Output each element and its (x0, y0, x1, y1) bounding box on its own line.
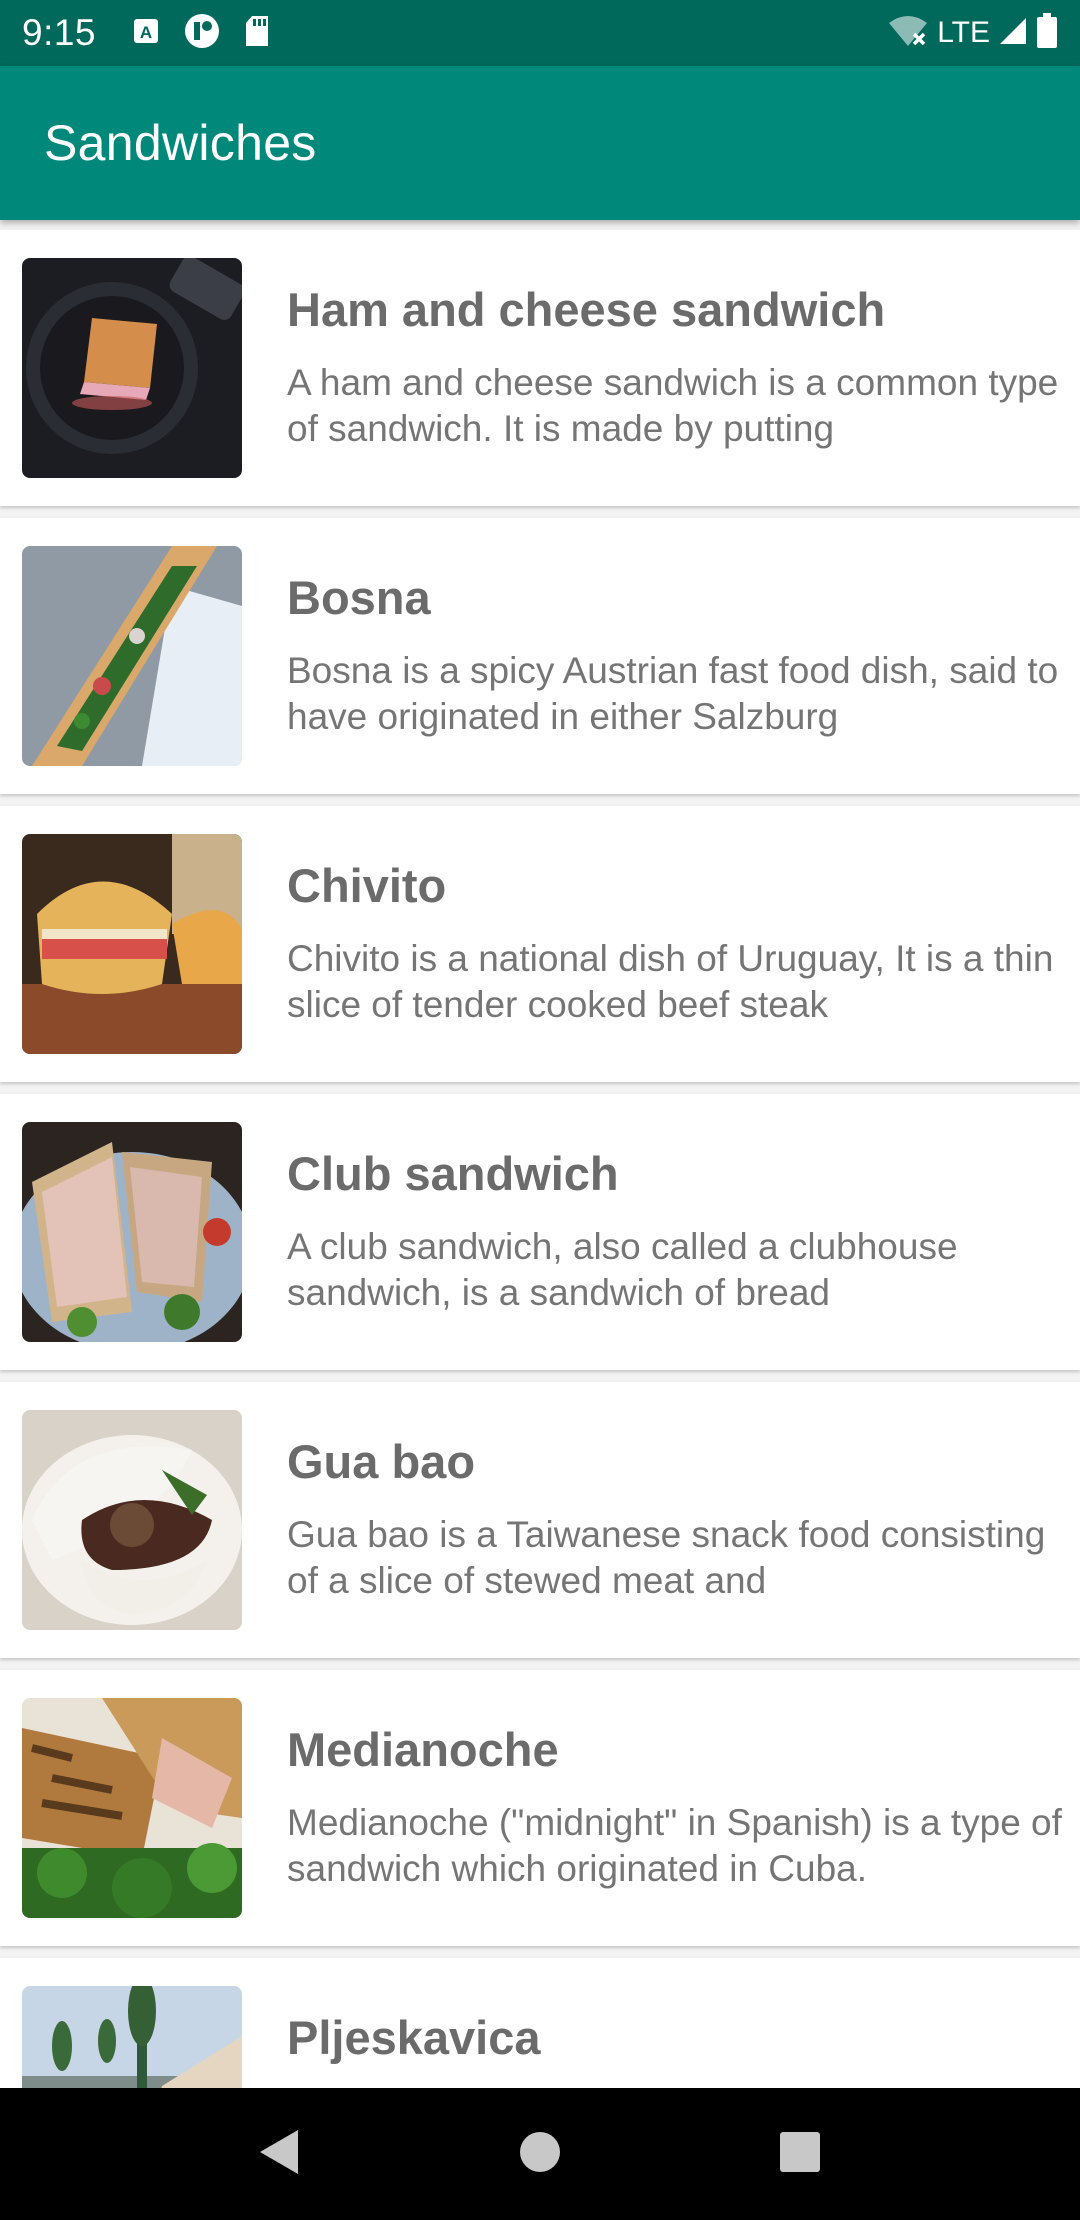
list-item-text: Bosna Bosna is a spicy Austrian fast foo… (287, 570, 1067, 740)
list-item[interactable]: Club sandwich A club sandwich, also call… (0, 1094, 1080, 1370)
app-screen: 9:15 A LTE Sandwiches Ham and cheese san… (0, 0, 1080, 2220)
item-title: Pljeskavica (287, 2011, 541, 2064)
sandwich-thumbnail (22, 546, 242, 766)
notification-icons: A (132, 13, 270, 54)
item-description: Medianoche ("midnight" in Spanish) is a … (287, 1802, 1062, 1889)
list-item-text: Pljeskavica (287, 2010, 1067, 2088)
item-description: A ham and cheese sandwich is a common ty… (287, 362, 1059, 449)
item-description: A club sandwich, also called a clubhouse… (287, 1226, 958, 1313)
sd-card-icon (244, 15, 270, 52)
page-title: Sandwiches (44, 115, 317, 171)
sandwich-list[interactable]: Ham and cheese sandwich A ham and cheese… (0, 230, 1080, 2088)
item-title: Bosna (287, 571, 431, 624)
item-title: Gua bao (287, 1435, 476, 1488)
status-time: 9:15 (22, 12, 97, 53)
back-button[interactable] (240, 2114, 320, 2194)
home-button[interactable] (500, 2114, 580, 2194)
wifi-off-icon (887, 14, 929, 53)
list-item[interactable]: Medianoche Medianoche ("midnight" in Spa… (0, 1670, 1080, 1946)
battery-icon (1036, 12, 1058, 54)
list-item-text: Medianoche Medianoche ("midnight" in Spa… (287, 1722, 1067, 1892)
list-item[interactable]: Pljeskavica (0, 1958, 1080, 2088)
list-item-text: Gua bao Gua bao is a Taiwanese snack foo… (287, 1434, 1067, 1604)
item-description: Chivito is a national dish of Uruguay, I… (287, 938, 1054, 1025)
item-description: Gua bao is a Taiwanese snack food consis… (287, 1514, 1046, 1601)
list-item[interactable]: Ham and cheese sandwich A ham and cheese… (0, 230, 1080, 506)
sandwich-thumbnail (22, 1122, 242, 1342)
list-item-text: Ham and cheese sandwich A ham and cheese… (287, 282, 1067, 452)
item-title: Chivito (287, 859, 447, 912)
status-bar: 9:15 A LTE (0, 0, 1080, 66)
item-title: Ham and cheese sandwich (287, 283, 886, 336)
network-type: LTE (937, 16, 990, 49)
sandwich-thumbnail (22, 1986, 242, 2088)
list-item[interactable]: Bosna Bosna is a spicy Austrian fast foo… (0, 518, 1080, 794)
item-title: Club sandwich (287, 1147, 619, 1200)
back-icon (258, 2128, 302, 2181)
item-title: Medianoche (287, 1723, 559, 1776)
system-status-icons: LTE (887, 12, 1058, 54)
sandwich-thumbnail (22, 1698, 242, 1918)
sandwich-thumbnail (22, 258, 242, 478)
item-description: Bosna is a spicy Austrian fast food dish… (287, 650, 1059, 737)
recents-icon (779, 2131, 821, 2178)
home-icon (518, 2130, 562, 2179)
sandwich-thumbnail (22, 834, 242, 1054)
svg-text:A: A (140, 23, 152, 42)
list-item-text: Club sandwich A club sandwich, also call… (287, 1146, 1067, 1316)
a-box-icon: A (132, 17, 160, 50)
list-item[interactable]: Chivito Chivito is a national dish of Ur… (0, 806, 1080, 1082)
signal-icon (998, 16, 1028, 51)
sandwich-thumbnail (22, 1410, 242, 1630)
app-bar: Sandwiches (0, 66, 1080, 220)
app-notification-icon (184, 13, 220, 54)
navigation-bar (0, 2088, 1080, 2220)
list-item[interactable]: Gua bao Gua bao is a Taiwanese snack foo… (0, 1382, 1080, 1658)
list-item-text: Chivito Chivito is a national dish of Ur… (287, 858, 1067, 1028)
recents-button[interactable] (760, 2114, 840, 2194)
